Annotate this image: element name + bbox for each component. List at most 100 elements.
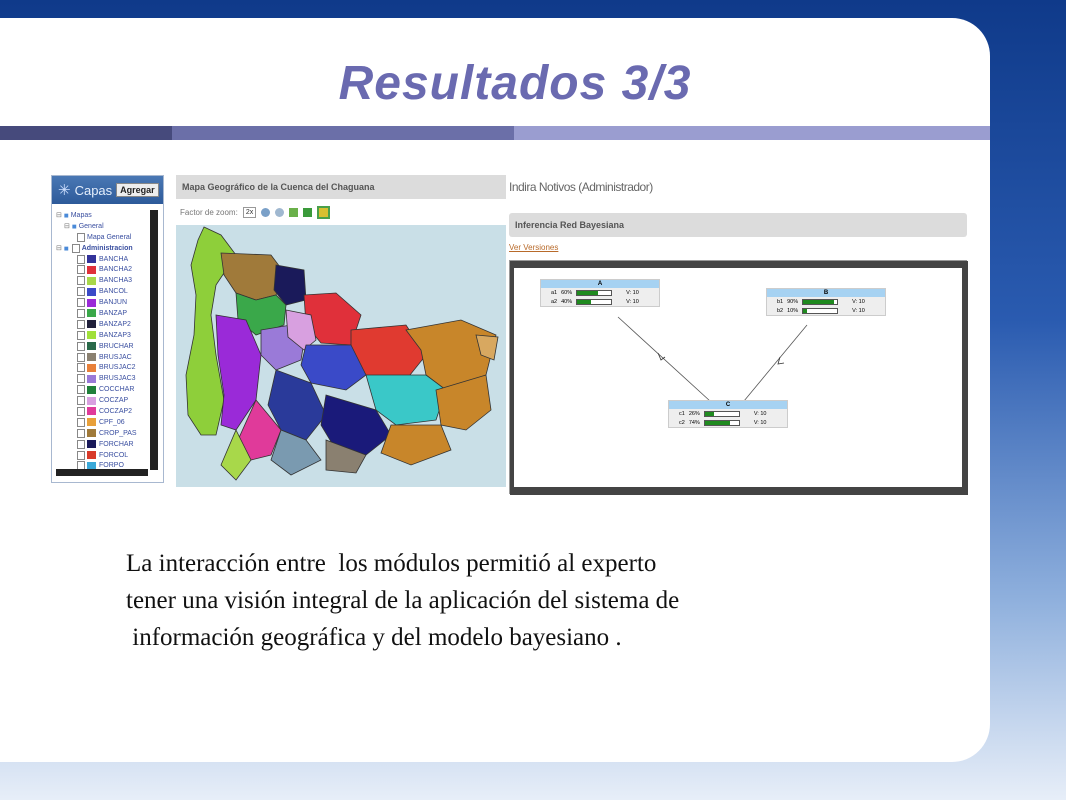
zoom-label: Factor de zoom: [180,207,238,217]
layer-label: BRUSJAC [99,353,132,361]
collapse-icon[interactable]: ⊟ [56,244,62,252]
probability-bar-fill [577,299,591,304]
layer-item[interactable]: COCCHAR [56,384,152,395]
layer-checkbox[interactable] [77,232,85,242]
node-state-row: b1 90% V: 10 [767,297,885,306]
layer-color-swatch [87,255,96,263]
layer-item[interactable]: BANZAP3 [56,330,152,341]
tree-node-general[interactable]: ⊟ ■ General [56,221,152,232]
layer-item[interactable]: BANCHA [56,254,152,265]
node-b[interactable]: Bb1 90% V: 10 b2 10% V: 10 [766,288,886,316]
tree-node-mapa-general[interactable]: Mapa General [56,232,152,243]
node-c[interactable]: Cc1 26% V: 10 c2 74% V: 10 [668,400,788,428]
layer-item[interactable]: BANCHA2 [56,264,152,275]
canvas-bottom-scrollbar [510,487,968,495]
state-percent: 74% [688,419,700,426]
user-name: Indira Notivos (Administrador) [509,180,653,194]
layer-checkbox[interactable] [77,352,85,362]
layer-checkbox[interactable] [77,450,85,460]
node-a[interactable]: Aa1 60% V: 10 a2 40% V: 10 [540,279,660,307]
export-icon[interactable] [317,205,331,219]
tree-label-general: General [78,222,104,230]
layer-label: BANZAP [99,309,128,317]
layer-item[interactable]: BANJUN [56,297,152,308]
layer-checkbox[interactable] [77,396,85,406]
layer-item[interactable]: BRUCHAR [56,341,152,352]
body-line-2: tener una visión integral de la aplicaci… [126,587,680,614]
node-state-row: a1 60% V: 10 [541,288,659,297]
state-count: V: 10 [852,298,865,305]
zoom-out-icon[interactable] [275,207,285,217]
layer-checkbox[interactable] [77,363,85,373]
layer-checkbox[interactable] [77,254,85,264]
layer-checkbox[interactable] [77,276,85,286]
layer-label: BANCHA [99,255,129,263]
layer-checkbox[interactable] [77,319,85,329]
layer-label: COCZAP2 [99,407,133,415]
collapse-icon[interactable]: ⊟ [56,211,62,219]
map-title: Mapa Geográfico de la Cuenca del Chaguan… [176,175,506,199]
tree-label-admin: Administracion [81,244,133,252]
layer-color-swatch [87,407,96,416]
tree-node-admin[interactable]: ⊟ ■ Administracion [56,243,152,254]
layer-color-swatch [87,363,96,372]
layer-item[interactable]: BANZAP2 [56,319,152,330]
layer-checkbox[interactable] [77,341,85,351]
map-layer-icon[interactable] [289,207,299,217]
admin-checkbox[interactable] [71,243,80,253]
state-percent: 26% [688,410,700,417]
folder-icon: ■ [63,210,69,220]
layer-item[interactable]: BRUSJAC3 [56,373,152,384]
layer-item[interactable]: COCZAP2 [56,406,152,417]
layers-tree: ⊟ ■ Mapas ⊟ ■ General Mapa General ⊟ ■ A… [56,210,152,470]
layers-vertical-scrollbar[interactable] [150,210,158,470]
layer-label: BANCHA2 [99,266,133,274]
layer-checkbox[interactable] [77,265,85,275]
node-header: A [541,280,659,288]
layer-checkbox[interactable] [77,298,85,308]
layer-item[interactable]: BANCOL [56,286,152,297]
layer-checkbox[interactable] [77,417,85,427]
probability-bar [802,307,839,314]
layer-checkbox[interactable] [77,287,85,297]
layer-item[interactable]: BANCHA3 [56,275,152,286]
layers-title: Capas [74,182,113,198]
layer-checkbox[interactable] [77,374,85,384]
layer-item[interactable]: BANZAP [56,308,152,319]
layer-item[interactable]: BRUSJAC [56,352,152,363]
title-bar-segment-2 [172,126,514,140]
probability-bar-fill [803,299,834,304]
zoom-in-icon[interactable] [261,207,271,217]
layer-checkbox[interactable] [77,308,85,318]
layers-horizontal-scrollbar[interactable] [56,469,148,476]
layer-checkbox[interactable] [77,439,85,449]
full-extent-icon[interactable] [303,207,313,217]
zoom-select[interactable]: 2x [242,206,257,218]
canvas-right-scrollbar [962,261,968,495]
state-percent: 90% [787,298,799,305]
layer-item[interactable]: COCZAP [56,395,152,406]
slide-body: La interacción entre los módulos permiti… [126,545,886,656]
layer-color-swatch [87,440,96,449]
map-canvas[interactable] [176,225,506,487]
layer-checkbox[interactable] [77,428,85,438]
layer-item[interactable]: CPF_06 [56,417,152,428]
layer-color-swatch [87,276,96,285]
layer-checkbox[interactable] [77,330,85,340]
layer-item[interactable]: CROP_PAS [56,428,152,439]
layer-item[interactable]: BRUSJAC2 [56,362,152,373]
add-layer-button[interactable]: Agregar [116,183,159,197]
layer-checkbox[interactable] [77,385,85,395]
node-state-row: b2 10% V: 10 [767,306,885,315]
layer-checkbox[interactable] [77,406,85,416]
probability-bar-fill [704,411,714,416]
collapse-icon[interactable]: ⊟ [64,222,70,230]
layer-label: BANZAP2 [99,320,131,328]
layer-color-swatch [87,320,96,329]
tree-node-maps[interactable]: ⊟ ■ Mapas [56,210,152,221]
layer-item[interactable]: FORCOL [56,450,152,461]
network-canvas[interactable]: Aa1 60% V: 10 a2 40% V: 10 Bb1 90% V: 10 b2 10% V:… [509,260,968,495]
layer-item[interactable]: FORCHAR [56,439,152,450]
layer-label: BANZAP3 [99,331,131,339]
versions-link[interactable]: Ver Versiones [509,243,967,255]
